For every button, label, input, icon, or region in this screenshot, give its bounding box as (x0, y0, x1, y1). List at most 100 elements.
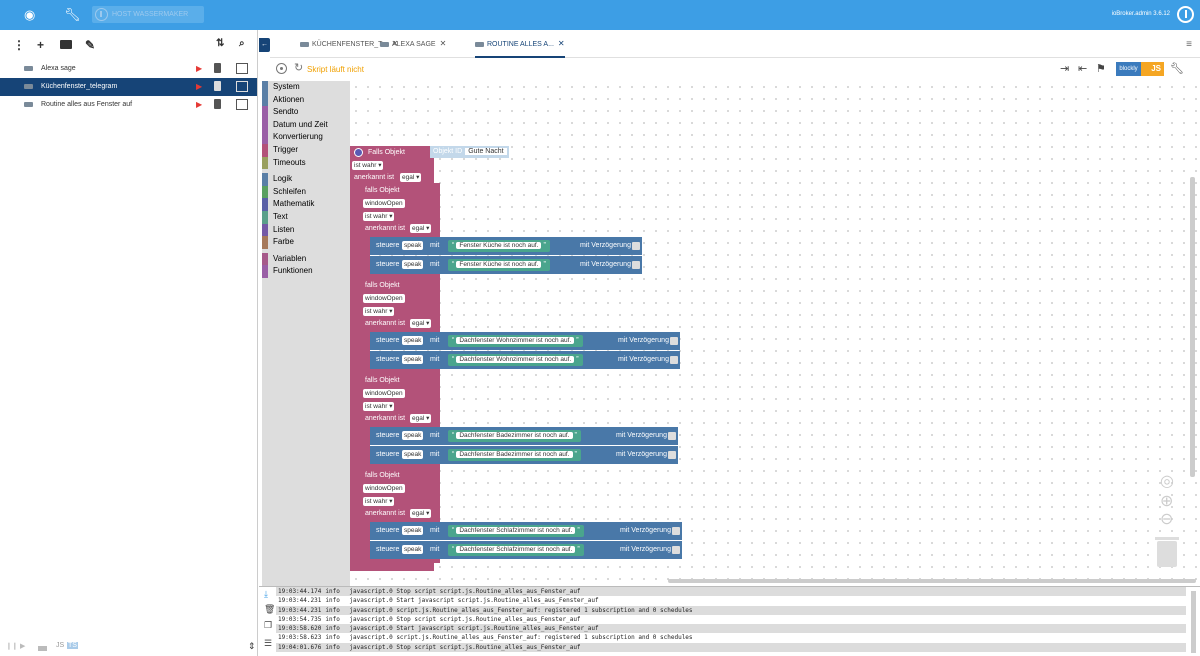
edit-icon[interactable]: ✎ (85, 38, 95, 52)
import-icon[interactable]: ⇤ (1078, 62, 1087, 75)
ist-wahr-dropdown[interactable]: ist wahr ▾ (363, 212, 395, 221)
delay-checkbox[interactable] (670, 337, 678, 345)
text-string-value[interactable]: Dachfenster Wohnzimmer ist noch auf. (456, 356, 575, 363)
export-icon[interactable]: ⇥ (1060, 62, 1069, 75)
toolbox-category[interactable]: Schleifen (262, 185, 350, 199)
script-list-item[interactable]: Routine alles aus Fenster auf ▶ (0, 96, 257, 114)
object-name-field[interactable]: windowOpen (363, 199, 405, 208)
toolbox-category[interactable]: Aktionen (262, 93, 350, 107)
ist-wahr-dropdown[interactable]: ist wahr ▾ (363, 307, 395, 316)
text-string-block[interactable]: “Dachfenster Wohnzimmer ist noch auf.” (448, 354, 583, 366)
text-string-value[interactable]: Dachfenster Wohnzimmer ist noch auf. (456, 337, 575, 344)
copy-log-icon[interactable]: ❐ (264, 620, 272, 631)
ist-wahr-dropdown[interactable]: ist wahr ▾ (363, 402, 395, 411)
more-vert-icon[interactable]: ⋮ (13, 38, 25, 52)
text-string-block[interactable]: “Dachfenster Wohnzimmer ist noch auf.” (448, 335, 583, 347)
editor-tab[interactable]: ALEXA SAGE ✕ (380, 30, 446, 58)
play-icon[interactable]: ▶ (196, 78, 202, 96)
text-string-value[interactable]: Dachfenster Schlafzimmer ist noch auf. (456, 527, 576, 534)
toolbox-category[interactable]: Funktionen (262, 265, 350, 278)
delay-checkbox[interactable] (632, 242, 640, 250)
host-button[interactable]: HOST WASSERMAKER (92, 6, 204, 23)
horizontal-scrollbar[interactable] (668, 579, 1196, 583)
object-name-field[interactable]: windowOpen (363, 389, 405, 398)
delay-checkbox[interactable] (672, 546, 680, 554)
blockly-js-toggle[interactable]: blockly JS (1116, 62, 1164, 76)
anerkannt-dropdown[interactable]: egal ▾ (400, 173, 422, 182)
delete-icon[interactable] (214, 63, 221, 73)
play-icon[interactable]: ▶ (196, 96, 202, 114)
add-script-icon[interactable]: + (37, 38, 44, 52)
restart-icon[interactable]: ↻ (294, 61, 303, 74)
toolbox-category[interactable]: Sendto (262, 106, 350, 119)
delay-checkbox[interactable] (670, 356, 678, 364)
export-script-icon[interactable] (236, 99, 248, 110)
add-folder-icon[interactable] (60, 40, 72, 49)
export-script-icon[interactable] (236, 63, 248, 74)
wrench-icon[interactable]: 🔧︎ (64, 7, 81, 23)
zoom-out-icon[interactable]: ⊖ (1160, 509, 1173, 529)
text-string-value[interactable]: Dachfenster Badezimmer ist noch auf. (456, 451, 573, 458)
script-list-item[interactable]: Küchenfenster_telegram ▶ (0, 78, 257, 96)
trigger-settings-icon[interactable] (354, 148, 363, 157)
text-string-block[interactable]: “Dachfenster Badezimmer ist noch auf.” (448, 449, 581, 461)
speak-field[interactable]: speak (402, 336, 424, 345)
delay-checkbox[interactable] (632, 261, 640, 269)
blockly-workspace[interactable]: Falls Objekt Objekt ID Gute Nacht ist wah… (350, 81, 1200, 586)
text-string-value[interactable]: Fenster Küche ist noch auf. (456, 242, 542, 249)
text-string-value[interactable]: Fenster Küche ist noch auf. (456, 261, 542, 268)
expand-collapse-icon[interactable]: ⇕ (248, 641, 256, 652)
speak-field[interactable]: speak (402, 526, 424, 535)
locate-icon[interactable] (276, 63, 287, 74)
speak-field[interactable]: speak (402, 450, 424, 459)
toolbox-category[interactable]: Logik (262, 173, 350, 186)
log-scrollbar[interactable] (1191, 591, 1196, 653)
toolbox-category[interactable]: Farbe (262, 236, 350, 249)
anerkannt-dropdown[interactable]: egal ▾ (410, 319, 432, 328)
export-script-icon[interactable] (236, 81, 248, 92)
text-string-block[interactable]: “Dachfenster Schlafzimmer ist noch auf.” (448, 525, 584, 537)
collapse-sidebar-button[interactable]: ← (259, 38, 270, 52)
speak-field[interactable]: speak (402, 545, 424, 554)
toolbox-category[interactable]: Listen (262, 223, 350, 237)
object-id-field[interactable]: Objekt ID Gute Nacht (430, 146, 509, 158)
anerkannt-dropdown[interactable]: egal ▾ (410, 509, 432, 518)
text-string-value[interactable]: Dachfenster Schlafzimmer ist noch auf. (456, 546, 576, 553)
speak-field[interactable]: speak (402, 355, 424, 364)
speak-field[interactable]: speak (402, 241, 424, 250)
toolbox-category[interactable]: System (262, 81, 350, 94)
text-string-block[interactable]: “Dachfenster Schlafzimmer ist noch auf.” (448, 544, 584, 556)
ts-filter[interactable]: TS (67, 642, 78, 649)
eye-icon[interactable]: ◉ (24, 7, 35, 23)
toolbox-category[interactable]: Konvertierung (262, 131, 350, 144)
settings-wrench-icon[interactable]: 🔧︎ (1170, 62, 1184, 75)
pause-icon[interactable]: ❙❙ (6, 642, 18, 650)
anerkannt-dropdown[interactable]: egal ▾ (410, 414, 432, 423)
anerkannt-dropdown[interactable]: egal ▾ (410, 224, 432, 233)
close-icon[interactable]: ✕ (440, 39, 447, 48)
clear-log-icon[interactable]: 🗑︎ (264, 604, 275, 615)
ist-wahr-dropdown[interactable]: ist wahr ▾ (352, 161, 384, 170)
object-name-field[interactable]: windowOpen (363, 484, 405, 493)
toolbox-category[interactable]: Datum und Zeit (262, 118, 350, 132)
search-icon[interactable]: ⌕ (239, 38, 245, 49)
text-string-block[interactable]: “Fenster Küche ist noch auf.” (448, 259, 550, 271)
speak-field[interactable]: speak (402, 431, 424, 440)
scroll-down-icon[interactable]: ⤓ (264, 589, 268, 600)
toolbox-category[interactable]: Trigger (262, 143, 350, 157)
close-icon[interactable]: ✕ (558, 39, 565, 48)
delay-checkbox[interactable] (668, 451, 676, 459)
vertical-scrollbar[interactable] (1190, 177, 1195, 477)
text-string-block[interactable]: “Dachfenster Badezimmer ist noch auf.” (448, 430, 581, 442)
toolbox-category[interactable]: Timeouts (262, 156, 350, 170)
blockly-file-icon[interactable] (38, 646, 47, 651)
zoom-in-icon[interactable]: ⊕ (1160, 491, 1173, 511)
play-icon[interactable]: ▶ (196, 60, 202, 78)
toolbox-category[interactable]: Mathematik (262, 198, 350, 211)
flag-icon[interactable]: ⚑ (1096, 62, 1106, 75)
delay-checkbox[interactable] (672, 527, 680, 535)
play-icon[interactable]: ▶ (20, 642, 25, 650)
speak-field[interactable]: speak (402, 260, 424, 269)
object-name-field[interactable]: windowOpen (363, 294, 405, 303)
delete-icon[interactable] (214, 99, 221, 109)
